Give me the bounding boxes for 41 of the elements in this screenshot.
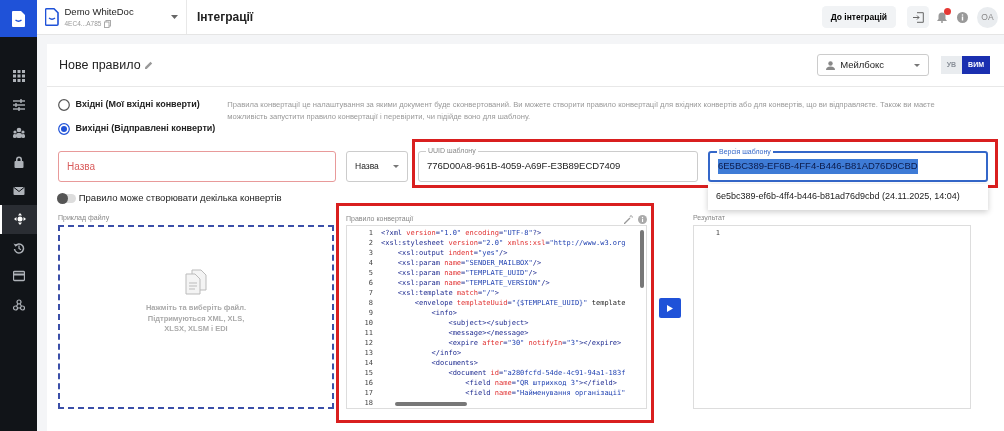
magic-wand-icon[interactable]: [623, 214, 633, 224]
toggle-switch[interactable]: [58, 193, 76, 203]
login-icon: [912, 11, 924, 23]
name-field[interactable]: Назва: [58, 151, 336, 182]
code-editor[interactable]: [346, 225, 647, 409]
user-icon: [825, 60, 835, 70]
field-select[interactable]: Назва: [346, 151, 408, 182]
info-icon[interactable]: [957, 11, 968, 23]
page-title: Інтеграції: [196, 9, 255, 26]
bell-icon[interactable]: [937, 11, 947, 23]
grid-icon: [12, 70, 25, 83]
back-button[interactable]: До інтеграцій: [821, 5, 896, 29]
notification-badge: [944, 7, 951, 15]
documents-icon: [184, 269, 208, 296]
caret-icon: [393, 165, 399, 168]
radio-option[interactable]: Вхідні (Мої вхідні конверти): [58, 93, 216, 117]
move-icon: [13, 213, 26, 226]
login-button[interactable]: [907, 6, 929, 28]
caret-icon[interactable]: [171, 15, 178, 19]
sidebar-item[interactable]: [0, 204, 37, 234]
lock-icon: [12, 156, 25, 169]
document-logo-icon[interactable]: [12, 10, 25, 27]
toggle-label: Правило може створювати декілька конвертів: [78, 190, 282, 205]
sliders-icon: [12, 98, 25, 111]
document-logo-icon: [45, 8, 59, 26]
workspace-name: Demo WhiteDoc: [64, 5, 135, 19]
history-icon: [12, 241, 25, 254]
radio-option[interactable]: Вихідні (Відправлені конверти): [58, 117, 216, 141]
card-icon: [12, 270, 25, 283]
rule-title: Нове правило: [59, 56, 141, 74]
mailbox-select[interactable]: Мейлбокс: [816, 54, 929, 76]
people-icon: [12, 127, 25, 140]
run-button[interactable]: [659, 298, 681, 318]
play-icon: [667, 304, 673, 312]
pencil-icon[interactable]: [144, 61, 153, 69]
mail-icon: [12, 184, 25, 197]
scrollbar-thumb[interactable]: [640, 230, 644, 288]
scrollbar-thumb[interactable]: [395, 402, 467, 406]
dropdown-option[interactable]: 6e5bc389-ef6b-4ff4-b446-b81ad76d9cbd (24.11.2025, 14:04): [716, 191, 960, 201]
network-icon: [12, 299, 25, 312]
caret-icon: [913, 63, 920, 67]
